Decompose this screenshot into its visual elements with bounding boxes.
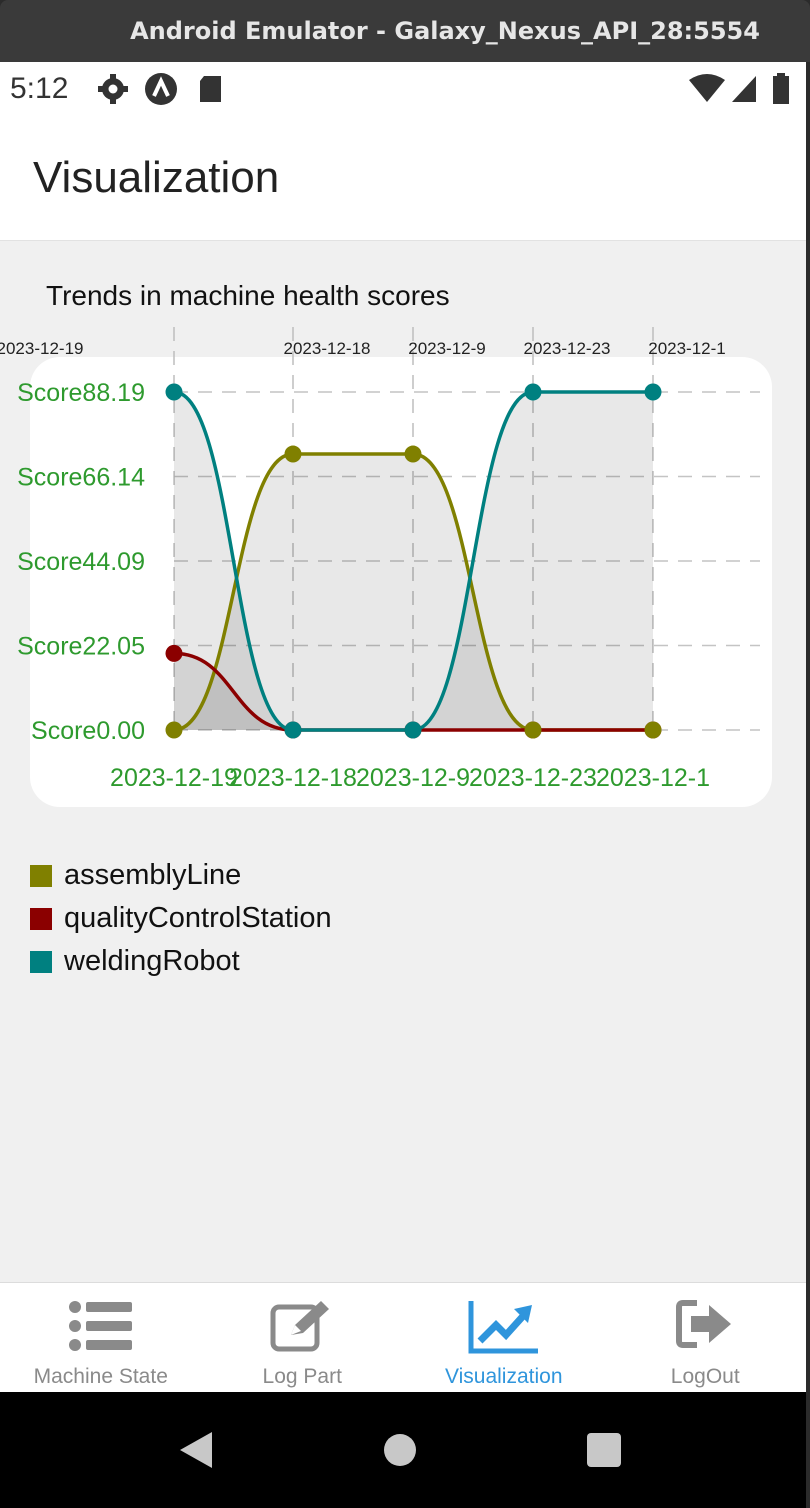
status-time: 5:12 <box>10 72 69 105</box>
chart-legend: assemblyLine qualityControlStation weldi… <box>30 854 332 983</box>
legend-swatch <box>30 907 52 930</box>
emulator-titlebar: Android Emulator - Galaxy_Nexus_API_28:5… <box>0 0 810 62</box>
data-point <box>524 383 542 401</box>
recents-icon[interactable] <box>586 1430 622 1470</box>
sd-card-icon <box>200 76 221 102</box>
tab-label: Log Part <box>262 1365 342 1388</box>
data-point <box>644 383 662 401</box>
x-tick-label: 2023-12-9 <box>356 764 470 792</box>
data-point <box>284 721 302 739</box>
data-point <box>404 721 422 739</box>
legend-label: assemblyLine <box>64 859 242 891</box>
legend-label: qualityControlStation <box>64 902 332 934</box>
home-icon[interactable] <box>382 1430 418 1470</box>
tab-label: LogOut <box>670 1365 740 1388</box>
device-screen: 5:12 Visualization Trends in machine hea… <box>0 62 806 1508</box>
x-tick-label: 2023-12-23 <box>469 764 597 792</box>
legend-swatch <box>30 950 52 973</box>
trend-chart-icon <box>468 1301 538 1354</box>
top-axis-label: 2023-12-9 <box>408 339 486 358</box>
tab-visualization[interactable]: Visualization <box>403 1283 605 1392</box>
back-icon[interactable] <box>178 1430 214 1470</box>
y-tick-label: Score66.14 <box>17 464 145 492</box>
app-header: Visualization <box>0 117 806 241</box>
top-axis-label: 2023-12-23 <box>524 339 611 358</box>
y-tick-label: Score88.19 <box>17 379 145 407</box>
x-tick-label: 2023-12-1 <box>596 764 710 792</box>
legend-label: weldingRobot <box>64 945 240 977</box>
y-tick-label: Score44.09 <box>17 548 145 576</box>
wifi-icon <box>689 74 725 102</box>
x-tick-label: 2023-12-18 <box>229 764 357 792</box>
battery-icon <box>773 73 789 104</box>
data-point <box>165 644 183 662</box>
legend-swatch <box>30 864 52 887</box>
app-logo-icon <box>145 73 177 105</box>
gear-icon <box>98 74 128 104</box>
line-chart: Score88.19 Score66.14 Score44.09 Score22.05… <box>0 327 772 807</box>
legend-item: qualityControlStation <box>30 897 332 940</box>
y-tick-label: Score22.05 <box>17 632 145 660</box>
data-point <box>404 445 422 463</box>
tab-logout[interactable]: LogOut <box>605 1283 807 1392</box>
top-axis-label: 2023-12-1 <box>648 339 726 358</box>
page-title: Visualization <box>33 153 280 202</box>
logout-icon <box>676 1300 732 1348</box>
legend-item: assemblyLine <box>30 854 332 897</box>
data-point <box>165 721 183 739</box>
x-tick-label: 2023-12-19 <box>110 764 238 792</box>
edit-icon <box>270 1301 330 1352</box>
y-tick-label: Score0.00 <box>31 717 145 745</box>
data-point <box>524 721 542 739</box>
top-axis-label: 2023-12-19 <box>0 339 83 358</box>
tab-label: Visualization <box>444 1365 563 1388</box>
status-bar: 5:12 <box>0 62 806 117</box>
legend-item: weldingRobot <box>30 940 332 983</box>
top-axis-label: 2023-12-18 <box>284 339 371 358</box>
list-icon <box>68 1301 132 1351</box>
tab-label: Machine State <box>33 1365 168 1388</box>
data-point <box>644 721 662 739</box>
data-point <box>165 383 183 401</box>
android-nav-bar <box>0 1392 806 1508</box>
bottom-tab-bar: Machine State Log Part Visualization Log… <box>0 1282 806 1392</box>
window-title: Android Emulator - Galaxy_Nexus_API_28:5… <box>130 17 760 45</box>
tab-log-part[interactable]: Log Part <box>202 1283 404 1392</box>
signal-icon <box>732 76 756 102</box>
tab-machine-state[interactable]: Machine State <box>0 1283 202 1392</box>
chart-title: Trends in machine health scores <box>46 280 450 311</box>
data-point <box>284 445 302 463</box>
